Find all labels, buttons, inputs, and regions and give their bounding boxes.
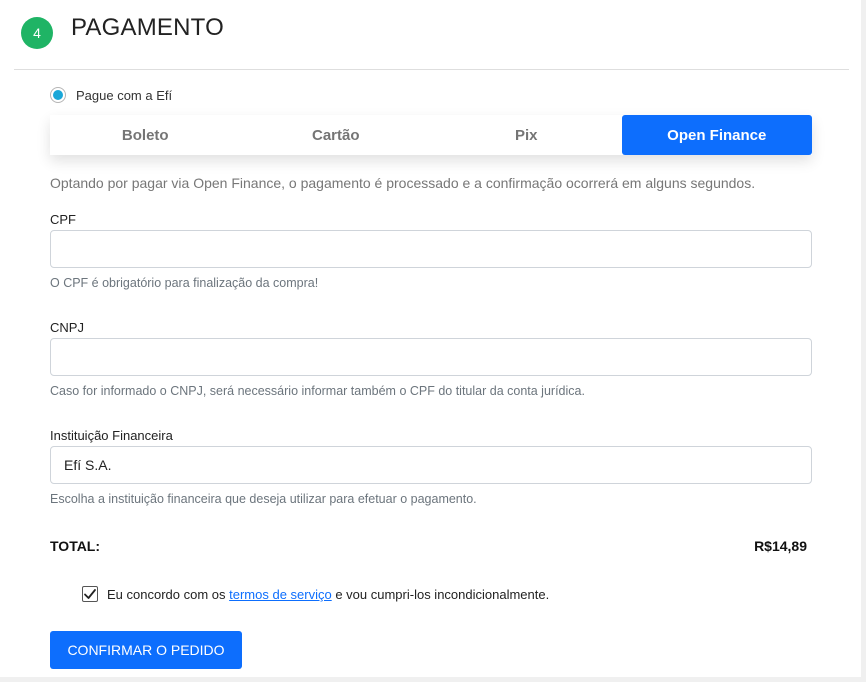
- cpf-label: CPF: [50, 212, 76, 227]
- terms-of-service-link[interactable]: termos de serviço: [229, 587, 332, 602]
- terms-agreement: Eu concordo com os termos de serviço e v…: [82, 586, 549, 602]
- payment-option-label: Pague com a Efí: [76, 87, 173, 103]
- terms-text-before: Eu concordo com os: [107, 586, 230, 602]
- tab-cartao[interactable]: Cartão: [241, 115, 432, 155]
- tab-pix[interactable]: Pix: [431, 115, 622, 155]
- step-number-badge: 4: [21, 17, 53, 49]
- tab-boleto[interactable]: Boleto: [50, 115, 241, 155]
- payment-option-efi[interactable]: Pague com a Efí: [50, 87, 172, 103]
- cnpj-label: CNPJ: [50, 320, 84, 335]
- payment-option-radio[interactable]: [50, 87, 66, 103]
- header-divider: [14, 69, 849, 70]
- tab-open-finance[interactable]: Open Finance: [621, 115, 812, 155]
- terms-text-after: e vou cumpri-los incondicionalmente.: [331, 586, 550, 602]
- terms-text: Eu concordo com os termos de serviço e v…: [107, 587, 549, 602]
- terms-checkbox[interactable]: [82, 586, 98, 602]
- cnpj-help-text: Caso for informado o CNPJ, será necessár…: [50, 384, 585, 398]
- cpf-help-text: O CPF é obrigatório para finalização da …: [50, 276, 319, 290]
- payment-method-tabs: Boleto Cartão Pix Open Finance: [50, 115, 812, 155]
- total-label: TOTAL:: [50, 538, 101, 554]
- total-value: R$14,89: [754, 538, 807, 554]
- open-finance-description: Optando por pagar via Open Finance, o pa…: [50, 175, 756, 191]
- section-header: 4 PAGAMENTO: [0, 0, 861, 70]
- cpf-input[interactable]: [50, 230, 812, 268]
- institution-help-text: Escolha a instituição financeira que des…: [50, 492, 477, 506]
- checkout-payment-section: 4 PAGAMENTO Pague com a Efí Boleto Cartã…: [0, 0, 866, 682]
- radio-selected-dot: [53, 90, 63, 100]
- institution-select[interactable]: [50, 446, 812, 484]
- institution-label: Instituição Financeira: [50, 428, 173, 443]
- cnpj-input[interactable]: [50, 338, 812, 376]
- confirm-order-button[interactable]: CONFIRMAR O PEDIDO: [50, 631, 242, 669]
- section-title: PAGAMENTO: [71, 14, 224, 41]
- checkmark-icon: [84, 589, 96, 599]
